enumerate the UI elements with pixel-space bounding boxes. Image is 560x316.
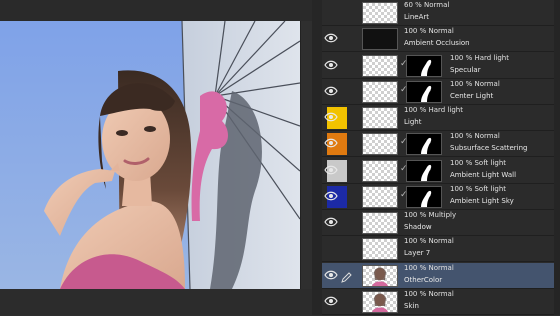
layer-row[interactable]: ✓ 100 % Hard light Specular <box>322 53 560 79</box>
layer-row[interactable]: ✓ 100 % Soft light Ambient Light Sky <box>322 184 560 210</box>
layer-row[interactable]: 100 % Normal OtherColor <box>322 262 560 289</box>
visibility-eye-icon[interactable] <box>324 165 338 175</box>
layer-name: OtherColor <box>404 275 443 284</box>
layer-name: Center Light <box>450 91 494 100</box>
layer-row[interactable]: 100 % Normal Layer 7 <box>322 236 560 263</box>
layer-blend-mode: 100 % Soft light <box>450 184 507 193</box>
layers-scrollbar[interactable] <box>554 0 560 315</box>
layer-thumbnail[interactable] <box>362 54 398 77</box>
canvas-top-bar <box>0 0 312 21</box>
layer-thumbnail[interactable] <box>362 159 398 182</box>
layer-blend-mode: 100 % Soft light <box>450 158 507 167</box>
layer-blend-mode: 60 % Normal <box>404 1 450 9</box>
layer-name: Ambient Light Sky <box>450 196 514 205</box>
layer-thumbnail[interactable] <box>362 2 398 24</box>
layer-row[interactable]: 100 % Normal Ambient Occlusion <box>322 26 560 53</box>
layer-name: Light <box>404 118 422 126</box>
layer-thumbnail[interactable] <box>362 185 398 208</box>
layer-thumbnail[interactable] <box>362 212 398 234</box>
layer-blend-mode: 100 % Normal <box>450 79 500 88</box>
layer-blend-mode: 100 % Multiply <box>404 211 457 219</box>
layer-name: Ambient Light Wall <box>450 170 517 179</box>
layer-blend-mode: 100 % Normal <box>404 237 454 246</box>
layer-thumbnail[interactable] <box>362 238 398 261</box>
layer-name: Subsurface Scattering <box>450 144 528 153</box>
layer-name: Shadow <box>404 223 432 231</box>
visibility-eye-icon[interactable] <box>324 86 338 96</box>
layer-name: LineArt <box>404 13 429 21</box>
layer-blend-mode: 100 % Hard light <box>404 106 463 114</box>
layer-blend-mode: 100 % Normal <box>404 263 454 272</box>
layer-mask-thumbnail[interactable] <box>406 54 442 77</box>
layer-row[interactable]: ✓ 100 % Soft light Ambient Light Wall <box>322 158 560 184</box>
panel-divider[interactable] <box>312 0 322 315</box>
layer-row[interactable]: ✓ 100 % Normal Center Light <box>322 79 560 105</box>
layer-thumbnail[interactable] <box>362 80 398 103</box>
visibility-eye-icon[interactable] <box>324 296 338 306</box>
layer-row[interactable]: 100 % Hard light Light <box>322 105 560 131</box>
artwork-canvas[interactable] <box>0 21 300 289</box>
layer-blend-mode: 100 % Normal <box>450 132 500 141</box>
visibility-eye-icon[interactable] <box>324 33 338 43</box>
layer-name: Ambient Occlusion <box>404 39 470 48</box>
layer-row[interactable]: 60 % Normal LineArt <box>322 0 560 26</box>
layer-thumbnail[interactable] <box>362 107 398 129</box>
layer-thumbnail[interactable] <box>362 264 398 287</box>
edit-pencil-icon <box>340 269 352 283</box>
layer-blend-mode: 100 % Normal <box>404 27 454 36</box>
visibility-eye-icon[interactable] <box>324 191 338 201</box>
layer-thumbnail[interactable] <box>362 290 398 313</box>
layers-panel: 60 % Normal LineArt 100 % Normal Ambient Oc… <box>322 0 560 315</box>
layer-name: Skin <box>404 301 419 310</box>
layer-row[interactable]: 100 % Normal Skin <box>322 289 560 315</box>
layer-blend-mode: 100 % Hard light <box>450 53 509 62</box>
visibility-eye-icon[interactable] <box>324 138 338 148</box>
layer-name: Layer 7 <box>404 249 431 258</box>
layer-mask-thumbnail[interactable] <box>406 185 442 208</box>
visibility-eye-icon[interactable] <box>324 217 338 227</box>
canvas-status-bar <box>0 289 312 315</box>
layer-thumbnail[interactable] <box>362 133 398 156</box>
visibility-eye-icon[interactable] <box>324 270 338 280</box>
layer-mask-thumbnail[interactable] <box>406 159 442 182</box>
visibility-eye-icon[interactable] <box>324 112 338 122</box>
layer-blend-mode: 100 % Normal <box>404 289 454 298</box>
layer-mask-thumbnail[interactable] <box>406 80 442 103</box>
canvas-area[interactable] <box>0 0 313 315</box>
layer-name: Specular <box>450 65 481 74</box>
layer-row[interactable]: ✓ 100 % Normal Subsurface Scattering <box>322 131 560 158</box>
layer-row[interactable]: 100 % Multiply Shadow <box>322 210 560 236</box>
layer-thumbnail[interactable] <box>362 28 398 51</box>
layer-mask-thumbnail[interactable] <box>406 133 442 156</box>
visibility-eye-icon[interactable] <box>324 60 338 70</box>
